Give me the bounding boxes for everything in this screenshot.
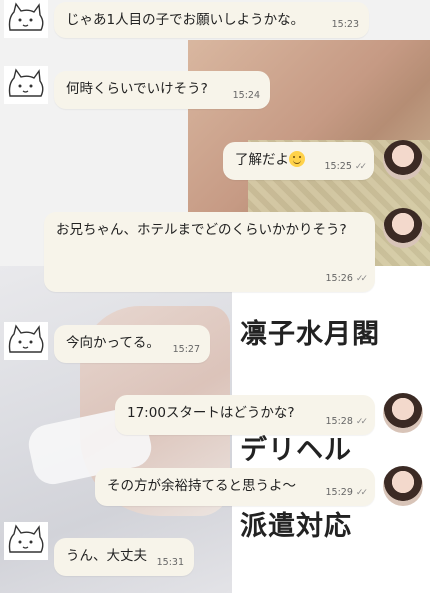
message-time: 15:29 ✓✓ <box>325 486 369 498</box>
cat-avatar-icon[interactable] <box>4 322 48 360</box>
message-text: 何時くらいでいけそう? <box>66 81 208 97</box>
message-bubble-8[interactable]: うん、大丈夫 15:31 <box>54 538 194 576</box>
message-text: 17:00スタートはどうかな? <box>127 405 295 421</box>
ad-line-1: 凛子水月閣 <box>240 319 380 350</box>
cat-avatar-icon[interactable] <box>4 0 48 38</box>
profile-avatar-icon[interactable] <box>383 140 423 180</box>
message-time: 15:24 <box>232 90 260 102</box>
message-time: 15:31 <box>156 557 184 569</box>
message-text: じゃあ1人目の子でお願いしようかな。 <box>66 12 305 28</box>
ad-line-3: 派遣対応 <box>240 511 352 542</box>
profile-avatar-icon[interactable] <box>383 466 423 506</box>
message-bubble-7[interactable]: その方が余裕持てると思うよ〜 15:29 ✓✓ <box>95 468 375 506</box>
read-ticks-icon: ✓✓ <box>355 273 368 284</box>
smiling-face-icon <box>289 151 305 167</box>
message-bubble-3[interactable]: 了解だよ 15:25 ✓✓ <box>223 142 374 180</box>
read-ticks-icon: ✓✓ <box>355 416 368 427</box>
message-time: 15:28 ✓✓ <box>325 415 369 427</box>
read-ticks-icon: ✓✓ <box>354 161 367 172</box>
message-bubble-2[interactable]: 何時くらいでいけそう? 15:24 <box>54 71 270 109</box>
message-bubble-5[interactable]: 今向かってる。 15:27 <box>54 325 210 363</box>
message-text: その方が余裕持てると思うよ〜 <box>107 478 296 494</box>
message-time: 15:25 ✓✓ <box>324 160 368 172</box>
cat-avatar-icon[interactable] <box>4 522 48 560</box>
message-bubble-1[interactable]: じゃあ1人目の子でお願いしようかな。 15:23 <box>54 2 369 38</box>
message-bubble-6[interactable]: 17:00スタートはどうかな? 15:28 ✓✓ <box>115 395 375 435</box>
profile-avatar-icon[interactable] <box>383 208 423 248</box>
message-time: 15:27 <box>172 344 200 356</box>
message-time: 15:23 <box>331 19 359 31</box>
cat-avatar-icon[interactable] <box>4 66 48 104</box>
message-text: お兄ちゃん、ホテルまでどのくらいかかりそう? <box>56 222 347 238</box>
read-ticks-icon: ✓✓ <box>355 487 368 498</box>
message-text: 了解だよ <box>235 152 289 168</box>
message-time: 15:26 ✓✓ <box>325 272 369 284</box>
message-text: 今向かってる。 <box>66 335 160 351</box>
message-text: うん、大丈夫 <box>66 548 147 564</box>
profile-avatar-icon[interactable] <box>383 393 423 433</box>
message-bubble-4[interactable]: お兄ちゃん、ホテルまでどのくらいかかりそう? 15:26 ✓✓ <box>44 212 375 292</box>
